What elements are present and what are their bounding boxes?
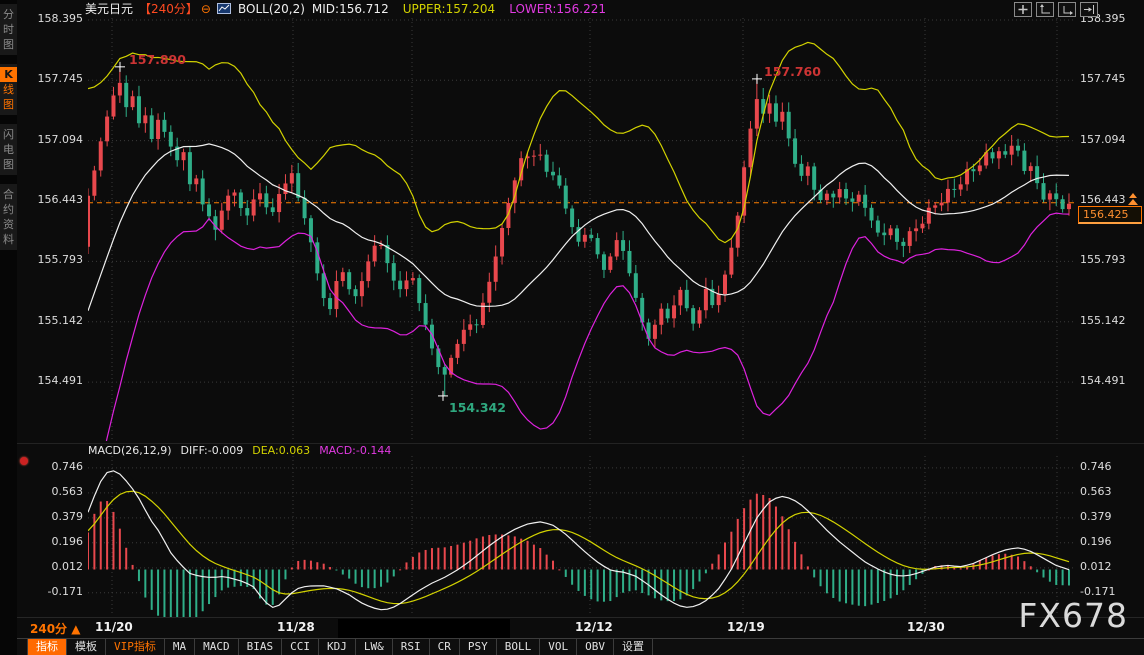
chart-thumbnail-icon — [217, 3, 231, 14]
toolbar-button-BOLL[interactable]: BOLL — [497, 639, 541, 655]
sidebar-tab-char: 合 — [0, 187, 17, 202]
macd-macd-value: MACD:-0.144 — [319, 444, 391, 457]
toolbar-button-KDJ[interactable]: KDJ — [319, 639, 356, 655]
chart-header: 美元日元 【240分】 ⊖ BOLL(20,2) MID:156.712 UPP… — [17, 0, 1144, 17]
boll-mid-value: MID:156.712 — [312, 2, 389, 16]
watermark: FX678 — [1018, 596, 1128, 635]
boll-lower-value: LOWER:156.221 — [509, 2, 606, 16]
macd-dea-value: DEA:0.063 — [252, 444, 310, 457]
toolbar-button-PSY[interactable]: PSY — [460, 639, 497, 655]
toolbar-button-设置[interactable]: 设置 — [614, 639, 653, 655]
boll-upper-value: UPPER:157.204 — [403, 2, 495, 16]
sidebar-tab-char: 图 — [0, 97, 17, 112]
toolbar-button-MACD[interactable]: MACD — [195, 639, 239, 655]
gridlines — [88, 18, 1075, 616]
toolbar-button-VOL[interactable]: VOL — [540, 639, 577, 655]
sidebar-tab-char: 时 — [0, 22, 17, 37]
toolbar-button-OBV[interactable]: OBV — [577, 639, 614, 655]
macd-alert-icon — [20, 457, 28, 465]
indicator-toolbar: 指标模板VIP指标MAMACDBIASCCIKDJLW&RSICRPSYBOLL… — [17, 638, 1144, 655]
sidebar-tab-char: 约 — [0, 202, 17, 217]
toolbar-button-指标[interactable]: 指标 — [27, 639, 67, 655]
symbol-title: 美元日元 — [85, 0, 133, 17]
app-window: 157.890157.760154.342 158.395158.395157.… — [0, 0, 1144, 655]
sidebar-tab-char: 分 — [0, 7, 17, 22]
pan-icon[interactable] — [1014, 2, 1032, 17]
boll-upper-line — [88, 42, 1069, 242]
macd-params-label: MACD(26,12,9) — [88, 444, 172, 457]
sidebar-tab-char: 图 — [0, 37, 17, 52]
sidebar-tab-char: 图 — [0, 157, 17, 172]
boll-lower-line — [88, 213, 1069, 533]
axis-scale-y-icon[interactable] — [1036, 2, 1054, 17]
price-marker-icon — [1128, 193, 1138, 205]
period-quick-label: 240分 — [30, 622, 67, 636]
toolbar-button-VIP指标[interactable]: VIP指标 — [106, 639, 165, 655]
annotations-layer: 157.890 157.760 154.342 — [115, 52, 821, 415]
axis-scale-x-icon[interactable] — [1058, 2, 1076, 17]
sidebar-tab-char: 电 — [0, 142, 17, 157]
toolbar-button-BIAS[interactable]: BIAS — [239, 639, 283, 655]
date-axis — [17, 617, 1144, 639]
axis-blank-panel — [338, 619, 510, 638]
toolbar-button-MA[interactable]: MA — [165, 639, 195, 655]
dropdown-arrow-icon: ▲ — [71, 622, 80, 636]
period-quick-selector[interactable]: 240分 ▲ — [30, 620, 80, 637]
sidebar-tab-char: 资 — [0, 217, 17, 232]
toolbar-button-CR[interactable]: CR — [430, 639, 460, 655]
current-price-tag: 156.425 — [1078, 206, 1142, 224]
bollinger-bands-layer — [88, 42, 1069, 532]
sidebar-tab-char: 料 — [0, 232, 17, 247]
sidebar-tab-分时图[interactable]: 分时图 — [0, 4, 17, 55]
snap-to-latest-icon[interactable] — [1080, 2, 1098, 17]
svg-text:157.760: 157.760 — [764, 64, 821, 79]
macd-header: MACD(26,12,9) DIFF:-0.009 DEA:0.063 MACD… — [88, 444, 391, 457]
sidebar: 分时图K线图闪电图合约资料 — [0, 0, 17, 655]
toolbar-button-LW&[interactable]: LW& — [356, 639, 393, 655]
sidebar-tab-char: 闪 — [0, 127, 17, 142]
svg-text:157.890: 157.890 — [129, 52, 186, 67]
sidebar-tab-K线图[interactable]: K线图 — [0, 64, 17, 115]
sidebar-tab-闪电图[interactable]: 闪电图 — [0, 124, 17, 175]
toolbar-button-模板[interactable]: 模板 — [67, 639, 106, 655]
toolbar-button-RSI[interactable]: RSI — [393, 639, 430, 655]
price-chart[interactable]: 157.890 157.760 154.342 — [0, 0, 1144, 655]
toolbar-button-CCI[interactable]: CCI — [282, 639, 319, 655]
boll-label: BOLL(20,2) — [238, 2, 305, 16]
sidebar-tab-char: 线 — [0, 82, 17, 97]
macd-diff-value: DIFF:-0.009 — [181, 444, 244, 457]
sidebar-tab-char: K — [0, 67, 17, 82]
collapse-icon[interactable]: ⊖ — [201, 3, 211, 15]
sidebar-tab-合约资料[interactable]: 合约资料 — [0, 184, 17, 250]
candles-layer — [86, 67, 1071, 396]
period-label: 【240分】 — [139, 0, 198, 17]
svg-text:154.342: 154.342 — [449, 400, 506, 415]
window-controls — [1014, 2, 1098, 17]
macd-layer — [87, 471, 1070, 632]
